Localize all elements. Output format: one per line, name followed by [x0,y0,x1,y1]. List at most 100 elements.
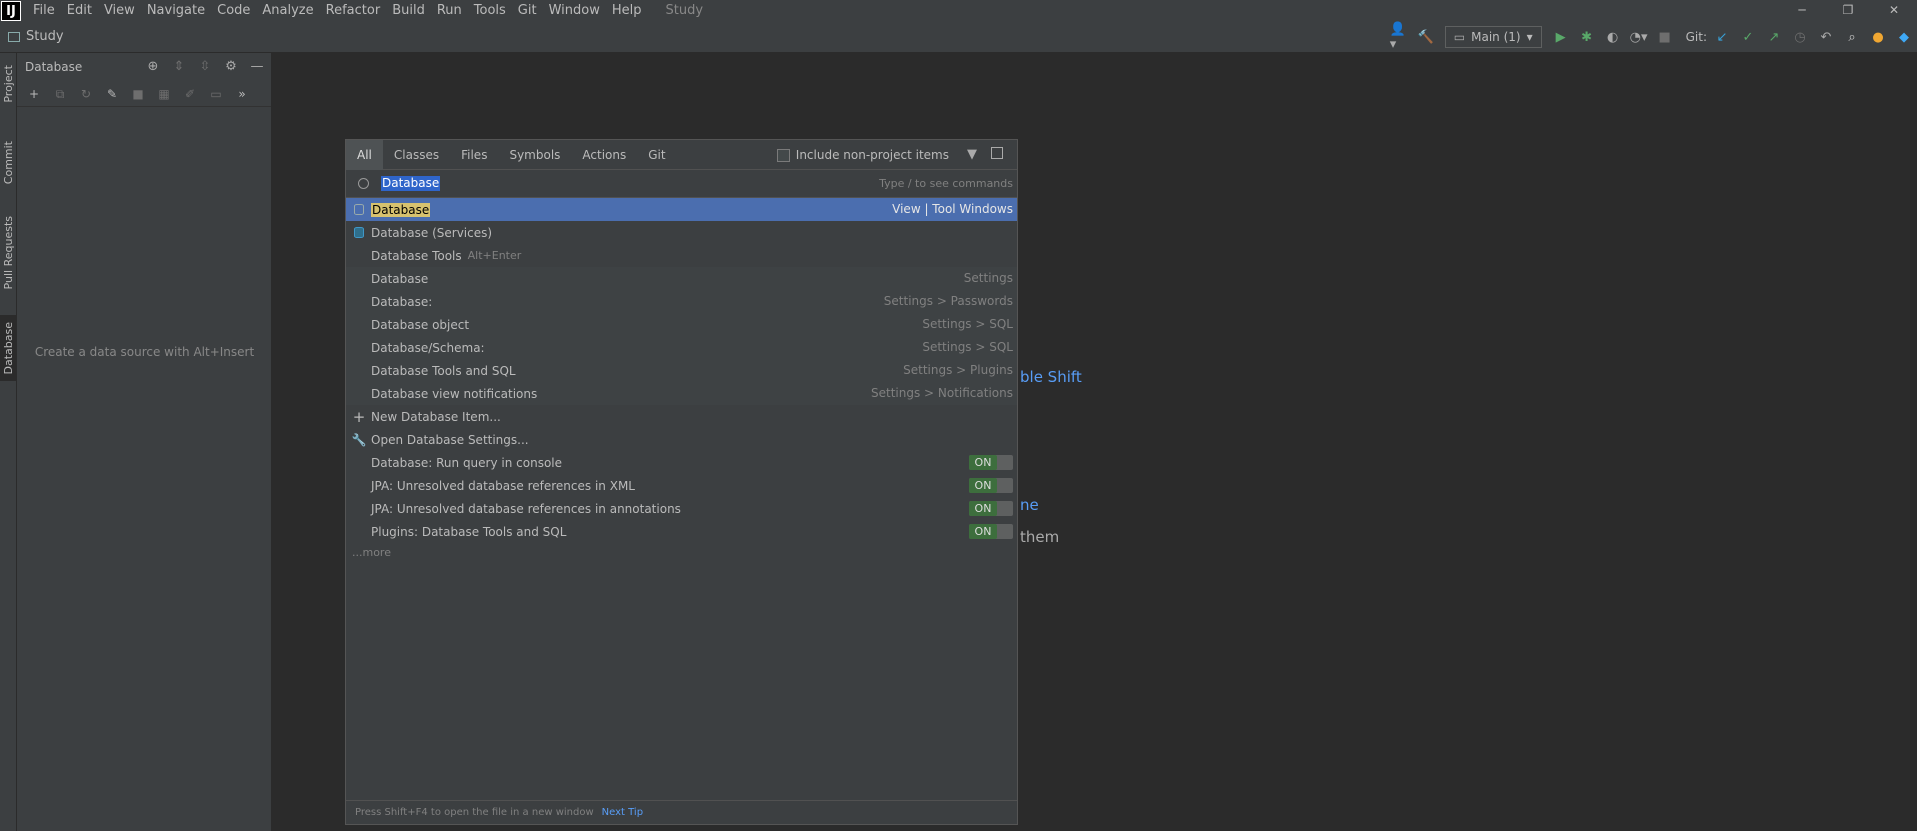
user-icon[interactable]: 👤▾ [1390,22,1410,52]
expand-all-icon[interactable]: ⇕ [169,57,189,77]
background-hint-1[interactable]: ble Shift [1020,368,1082,386]
checkbox-icon[interactable] [776,148,790,162]
result-item[interactable]: JPA: Unresolved database references in X… [346,474,1017,497]
menu-edit[interactable]: Edit [67,3,92,18]
gear-icon[interactable]: ⚙ [221,57,241,77]
run-icon[interactable]: ▶ [1551,27,1571,47]
table-icon[interactable]: ▦ [153,84,175,104]
menu-help[interactable]: Help [612,3,642,18]
next-tip-link[interactable]: Next Tip [602,807,643,818]
filter-icon[interactable]: ▼ [967,147,977,162]
project-name[interactable]: Study [26,29,64,44]
search-icon [358,178,369,189]
profile-icon[interactable]: ◔▾ [1629,27,1649,47]
toggle-switch[interactable]: ON [969,455,1013,470]
result-item[interactable]: Database: Settings > Passwords [346,290,1017,313]
background-hint-2[interactable]: ne [1020,496,1039,514]
tab-symbols[interactable]: Symbols [498,140,571,170]
popup-footer: Press Shift+F4 to open the file in a new… [346,800,1017,824]
tab-project[interactable]: Project [0,59,17,109]
result-item[interactable]: Database: Run query in console ON [346,451,1017,474]
database-panel-header: Database ⊕ ⇕ ⇳ ⚙ — [17,53,271,81]
result-item[interactable]: Database View | Tool Windows [346,198,1017,221]
left-tool-stripe: Project Commit Pull Requests Database [0,53,17,831]
menu-git[interactable]: Git [518,3,537,18]
search-row: Database Type / to see commands [346,170,1017,198]
menu-window[interactable]: Window [549,3,600,18]
toggle-switch[interactable]: ON [969,478,1013,493]
background-hint-3: them [1020,528,1060,546]
result-item[interactable]: Database/Schema: Settings > SQL [346,336,1017,359]
tab-files[interactable]: Files [450,140,498,170]
collapse-all-icon[interactable]: ⇳ [195,57,215,77]
git-update-icon[interactable]: ↙ [1712,27,1732,47]
refresh-icon[interactable]: ↻ [75,84,97,104]
result-item[interactable]: Database object Settings > SQL [346,313,1017,336]
add-icon[interactable]: + [23,84,45,104]
menu-analyze[interactable]: Analyze [262,3,313,18]
run-configuration-select[interactable]: ▭ Main (1) ▾ [1444,26,1542,48]
result-item[interactable]: Database Tools and SQL Settings > Plugin… [346,359,1017,382]
result-item[interactable]: Database Settings [346,267,1017,290]
menu-view[interactable]: View [104,3,135,18]
menu-refactor[interactable]: Refactor [326,3,381,18]
database-services-icon [349,221,369,244]
stop-icon[interactable]: ■ [1655,27,1675,47]
window-title: Study [665,3,704,18]
menu-build[interactable]: Build [392,3,425,18]
build-hammer-icon[interactable]: 🔨 [1416,27,1436,47]
tab-commit[interactable]: Commit [0,135,17,191]
result-item[interactable]: Plugins: Database Tools and SQL ON [346,520,1017,543]
chevron-down-icon: ▾ [1526,30,1533,44]
include-non-project-checkbox[interactable]: Include non-project items [776,140,949,170]
result-item[interactable]: + New Database Item... [346,405,1017,428]
coverage-icon[interactable]: ◐ [1603,27,1623,47]
toggle-switch[interactable]: ON [969,501,1013,516]
hide-icon[interactable]: — [247,57,267,77]
menu-code[interactable]: Code [217,3,250,18]
database-empty-text: Create a data source with Alt+Insert [34,345,255,359]
menu-tools[interactable]: Tools [474,3,506,18]
tab-pull-requests[interactable]: Pull Requests [0,208,17,298]
properties-icon[interactable]: ✎ [101,84,123,104]
result-item[interactable]: Database (Services) [346,221,1017,244]
search-input[interactable]: Database [381,176,441,191]
more-results-link[interactable]: ...more [352,543,1017,563]
stop-icon[interactable]: ■ [127,84,149,104]
tab-git[interactable]: Git [637,140,676,170]
git-push-icon[interactable]: ↗ [1764,27,1784,47]
tab-all[interactable]: All [346,139,383,170]
toggle-switch[interactable]: ON [969,524,1013,539]
more-icon[interactable]: » [231,84,253,104]
search-everywhere-icon[interactable]: ⌕ [1842,27,1862,47]
maximize-button[interactable]: ❐ [1825,0,1871,21]
menu-file[interactable]: File [33,3,55,18]
database-tool-window: Database ⊕ ⇕ ⇳ ⚙ — + ⧉ ↻ ✎ ■ ▦ ✐ ▭ » Cre… [17,53,272,831]
history-icon[interactable]: ◷ [1790,27,1810,47]
open-in-window-icon[interactable] [991,147,1003,159]
toolbox-icon[interactable]: ◆ [1894,27,1914,47]
result-item[interactable]: 🔧 Open Database Settings... [346,428,1017,451]
update-icon[interactable]: ● [1868,27,1888,47]
menu-run[interactable]: Run [437,3,462,18]
git-commit-icon[interactable]: ✓ [1738,27,1758,47]
edit-icon[interactable]: ✐ [179,84,201,104]
result-item[interactable]: JPA: Unresolved database references in a… [346,497,1017,520]
result-item[interactable]: Database view notifications Settings > N… [346,382,1017,405]
minimize-button[interactable]: ─ [1779,0,1825,21]
close-button[interactable]: ✕ [1871,0,1917,21]
console-icon[interactable]: ▭ [205,84,227,104]
debug-icon[interactable]: ✱ [1577,27,1597,47]
rollback-icon[interactable]: ↶ [1816,27,1836,47]
menu-navigate[interactable]: Navigate [147,3,205,18]
database-icon [349,198,369,221]
tab-classes[interactable]: Classes [383,140,450,170]
project-icon [8,31,20,42]
tab-actions[interactable]: Actions [571,140,637,170]
locate-icon[interactable]: ⊕ [143,57,163,77]
tab-database[interactable]: Database [0,315,17,381]
result-item[interactable]: Database Tools Alt+Enter [346,244,1017,267]
copy-icon[interactable]: ⧉ [49,84,71,104]
search-everywhere-popup: All Classes Files Symbols Actions Git In… [345,139,1018,825]
include-non-project-label: Include non-project items [795,148,949,162]
